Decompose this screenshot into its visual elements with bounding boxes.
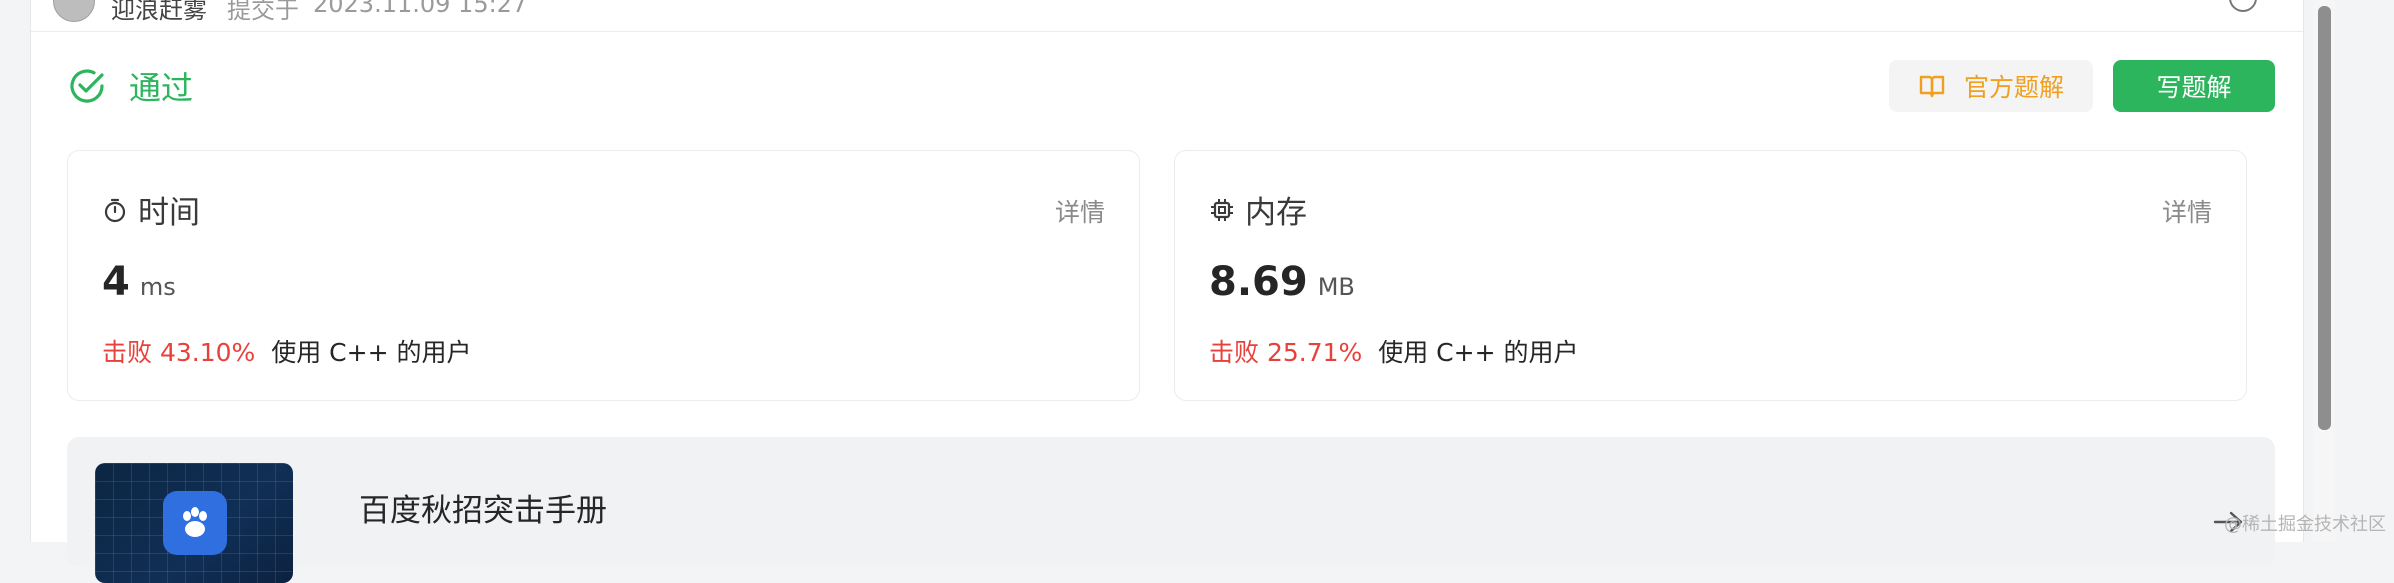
watermark-text: @稀土掘金技术社区 bbox=[2224, 514, 2386, 535]
author-name[interactable]: 迎浪赶雾 bbox=[111, 0, 207, 25]
memory-beat-percent: 击败 25.71% bbox=[1209, 338, 1363, 367]
memory-users-text: 使用 C++ 的用户 bbox=[1378, 338, 1579, 367]
runtime-users-text: 使用 C++ 的用户 bbox=[271, 338, 472, 367]
memory-value-row: 8.69 MB bbox=[1209, 259, 1355, 305]
banner-thumbnail bbox=[95, 463, 293, 583]
book-open-icon bbox=[1919, 75, 1945, 98]
memory-value: 8.69 bbox=[1209, 259, 1308, 305]
runtime-card-header: 时间 bbox=[102, 187, 200, 232]
promo-banner[interactable]: 百度秋招突击手册 bbox=[67, 437, 2275, 583]
runtime-value-row: 4 ms bbox=[102, 259, 176, 305]
runtime-unit: ms bbox=[139, 273, 176, 301]
official-solution-button[interactable]: 官方题解 bbox=[1889, 60, 2093, 112]
status-label: 通过 bbox=[129, 69, 194, 107]
memory-title: 内存 bbox=[1245, 195, 1307, 231]
stopwatch-icon bbox=[104, 198, 126, 222]
runtime-value: 4 bbox=[102, 259, 130, 305]
submission-header: 迎浪赶雾 提交于 2023.11.09 15:27 bbox=[31, 0, 2303, 32]
baidu-paw-icon bbox=[163, 491, 227, 555]
memory-unit: MB bbox=[1317, 273, 1355, 301]
check-circle-icon bbox=[70, 69, 104, 103]
chip-icon bbox=[1211, 198, 1233, 221]
memory-card: 内存 详情 8.69 MB 击败 25.71% 使用 C++ 的用户 bbox=[1174, 150, 2247, 401]
scrollbar-thumb[interactable] bbox=[2318, 6, 2331, 430]
info-icon[interactable] bbox=[2229, 0, 2257, 12]
runtime-beat-percent: 击败 43.10% bbox=[102, 338, 256, 367]
memory-detail-link[interactable]: 详情 bbox=[2162, 193, 2212, 229]
submitted-label: 提交于 bbox=[227, 0, 299, 24]
runtime-title: 时间 bbox=[138, 195, 200, 231]
result-status: 通过 bbox=[67, 64, 193, 108]
author-avatar[interactable] bbox=[53, 0, 95, 22]
submission-timestamp: 2023.11.09 15:27 bbox=[313, 0, 528, 18]
memory-beat-row: 击败 25.71% 使用 C++ 的用户 bbox=[1209, 333, 1578, 369]
submission-panel: 迎浪赶雾 提交于 2023.11.09 15:27 通过 官方题解 写题解 时间… bbox=[30, 0, 2335, 583]
banner-title: 百度秋招突击手册 bbox=[359, 493, 607, 529]
runtime-beat-row: 击败 43.10% 使用 C++ 的用户 bbox=[102, 333, 471, 369]
runtime-card: 时间 详情 4 ms 击败 43.10% 使用 C++ 的用户 bbox=[67, 150, 1140, 401]
write-solution-button[interactable]: 写题解 bbox=[2113, 60, 2275, 112]
official-solution-label: 官方题解 bbox=[1963, 73, 2064, 102]
memory-card-header: 内存 bbox=[1209, 187, 1307, 232]
runtime-detail-link[interactable]: 详情 bbox=[1055, 193, 1105, 229]
